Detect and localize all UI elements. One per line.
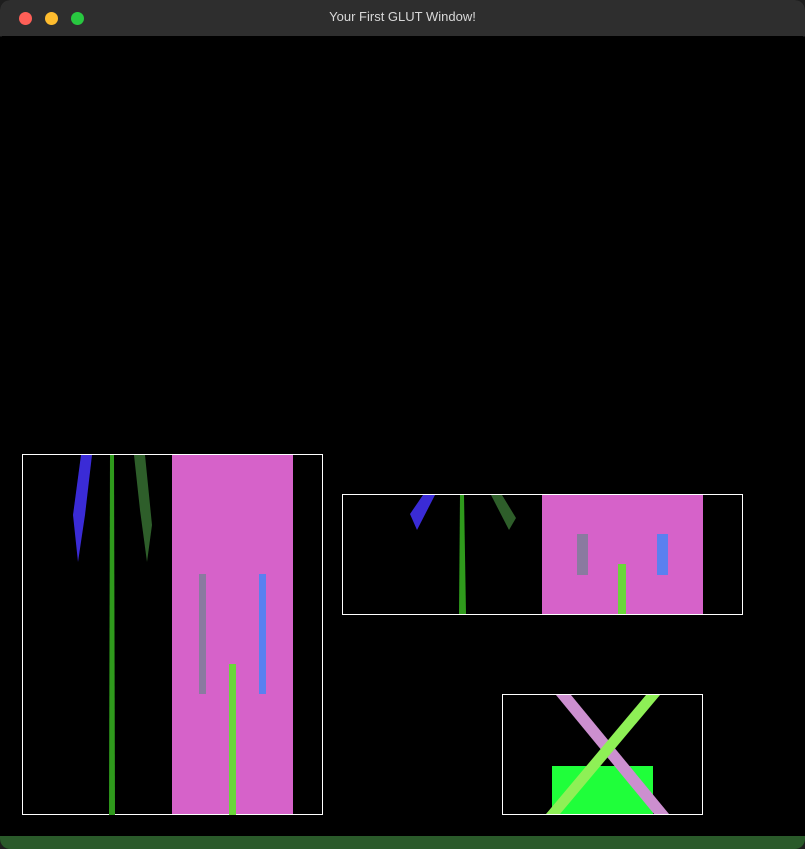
glut-window: Your First GLUT Window! — [0, 0, 805, 849]
light-blue-bar-small — [657, 534, 668, 575]
green-stem — [109, 455, 115, 815]
viewport-right — [342, 494, 743, 615]
gray-bar — [199, 574, 206, 694]
viewport-left — [22, 454, 323, 815]
dark-green-blade-small — [491, 495, 516, 530]
light-blue-bar — [259, 574, 266, 694]
dark-green-blade — [134, 455, 152, 562]
bottom-edge — [0, 836, 805, 849]
lime-bar — [229, 664, 236, 815]
viewport-bottom — [502, 694, 703, 815]
green-stem-small — [459, 495, 466, 614]
gray-bar-small — [577, 534, 588, 575]
blue-blade — [73, 455, 92, 562]
blue-blade-small — [410, 495, 435, 530]
scene-drawing — [22, 454, 743, 815]
lime-bar-small — [618, 564, 626, 614]
